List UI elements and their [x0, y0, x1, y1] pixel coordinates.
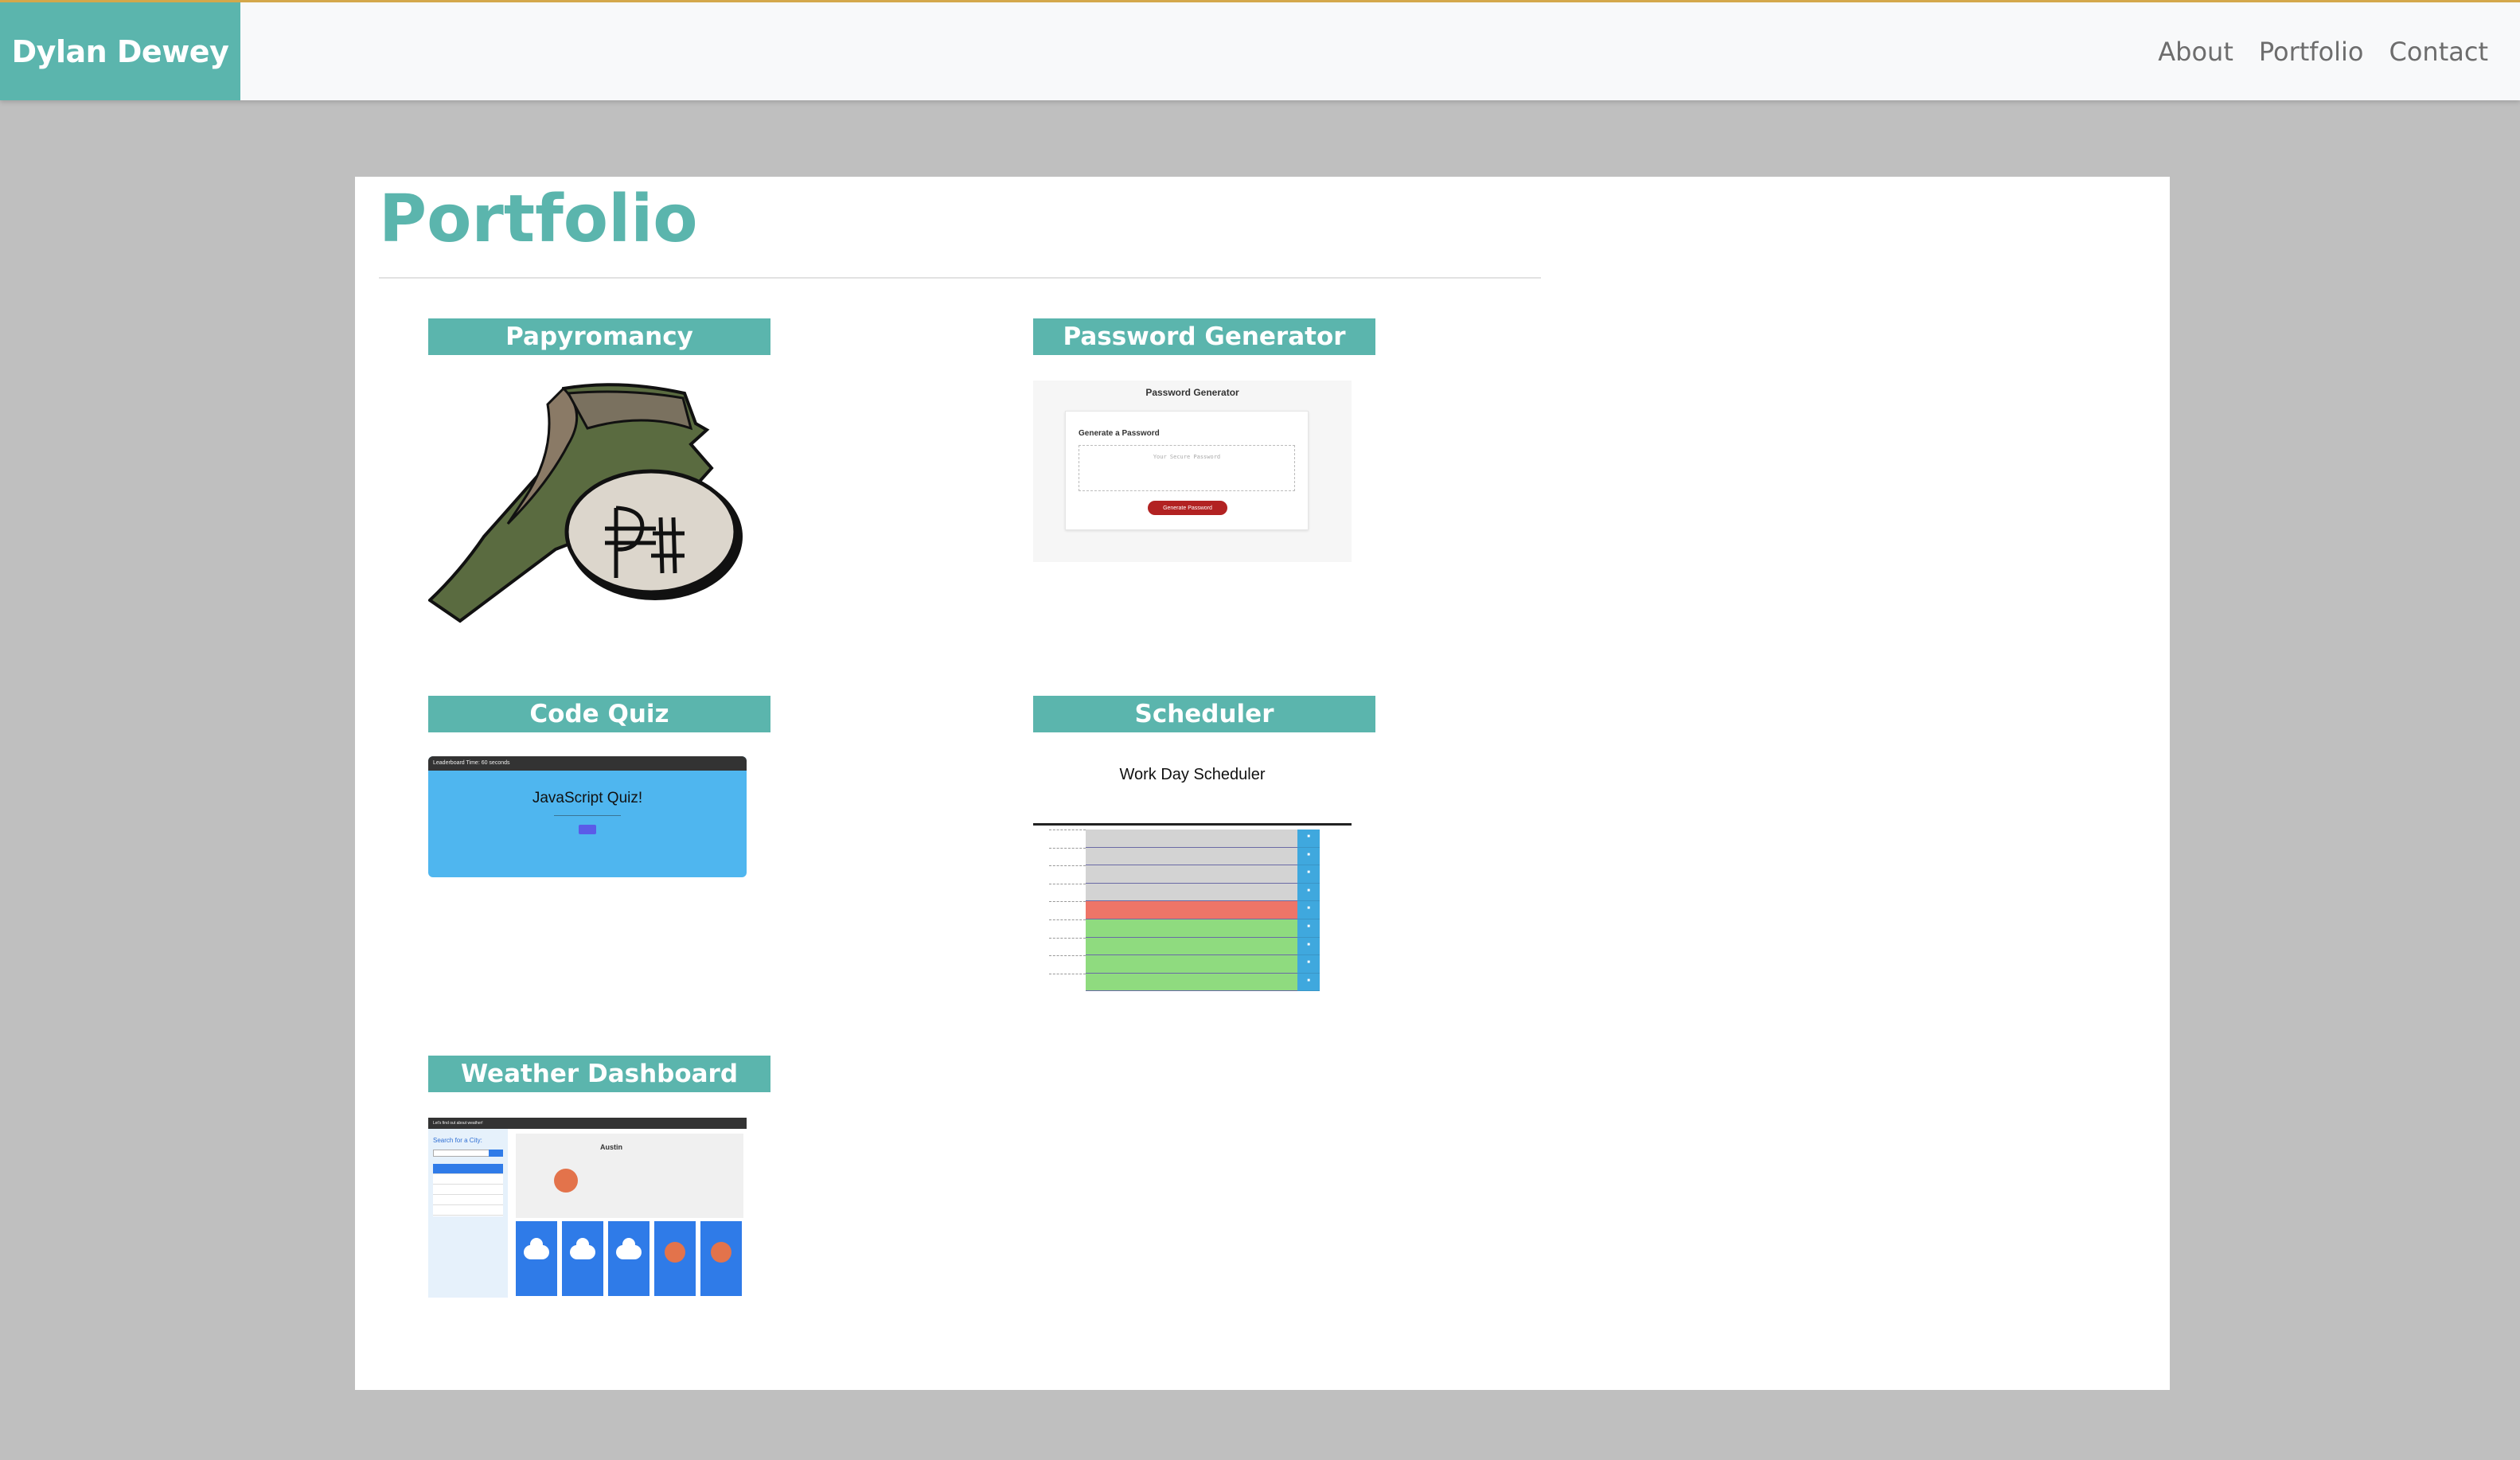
nav-link-contact[interactable]: Contact [2389, 37, 2489, 67]
cloud-icon [570, 1238, 595, 1259]
project-title-scheduler[interactable]: Scheduler [1033, 696, 1375, 732]
scheduler-screenshot[interactable]: Work Day Scheduler ■ ■ ■ ■ ■ ■ ■ ■ ■ [1033, 763, 1352, 992]
weather-thumb-bar: Let's find out about weather! [428, 1118, 747, 1129]
sched-row: ■ [1049, 883, 1320, 902]
page-title: Portfolio [379, 182, 698, 257]
project-title-password-generator[interactable]: Password Generator [1033, 318, 1375, 355]
papyromancy-logo-image[interactable] [428, 381, 747, 629]
cloud-icon [524, 1238, 549, 1259]
weather-thumb-city-list [433, 1164, 503, 1216]
sched-thumb-rows: ■ ■ ■ ■ ■ ■ ■ ■ ■ [1049, 830, 1320, 992]
sun-icon [554, 1169, 578, 1193]
title-divider [379, 277, 1541, 279]
project-title-code-quiz[interactable]: Code Quiz [428, 696, 770, 732]
project-card-code-quiz: Code Quiz Leaderboard Time: 60 seconds J… [428, 696, 770, 877]
project-title-weather-dashboard[interactable]: Weather Dashboard [428, 1056, 770, 1092]
quiz-thumb-bar: Leaderboard Time: 60 seconds [428, 756, 747, 771]
sched-row: ■ [1049, 901, 1320, 919]
code-quiz-screenshot[interactable]: Leaderboard Time: 60 seconds JavaScript … [428, 756, 747, 877]
forecast-card [562, 1221, 603, 1296]
weather-thumb-sidebar: Search for a City: [428, 1129, 508, 1298]
nav-link-portfolio[interactable]: Portfolio [2259, 37, 2364, 67]
nav-link-about[interactable]: About [2158, 37, 2233, 67]
pw-thumb-output: Your Secure Password [1079, 445, 1295, 491]
forecast-card [700, 1221, 742, 1296]
nav-links: About Portfolio Contact [2158, 2, 2488, 100]
pw-thumb-button: Generate Password [1148, 501, 1227, 515]
quiz-thumb-text: —————————————— [554, 814, 621, 818]
sched-thumb-title: Work Day Scheduler [1119, 766, 1266, 783]
sched-row: ■ [1049, 955, 1320, 974]
sched-row: ■ [1049, 847, 1320, 866]
project-title-papyromancy[interactable]: Papyromancy [428, 318, 770, 355]
brand-logo[interactable]: Dylan Dewey [0, 2, 240, 100]
project-card-weather-dashboard: Weather Dashboard Let's find out about w… [428, 1056, 770, 1298]
sched-row: ■ [1049, 830, 1320, 848]
sun-icon [711, 1242, 731, 1263]
weather-dashboard-screenshot[interactable]: Let's find out about weather! Search for… [428, 1118, 747, 1298]
sched-row: ■ [1049, 937, 1320, 956]
forecast-card [516, 1221, 557, 1296]
weather-thumb-search-input [433, 1150, 503, 1157]
cloud-icon [616, 1238, 642, 1259]
weather-thumb-search-label: Search for a City: [433, 1137, 482, 1144]
weather-thumb-current: Austin [516, 1134, 743, 1218]
password-generator-screenshot[interactable]: Password Generator Generate a Password Y… [1033, 381, 1352, 562]
quiz-thumb-title: JavaScript Quiz! [532, 790, 643, 806]
forecast-card [654, 1221, 696, 1296]
pw-thumb-heading: Password Generator [1145, 387, 1239, 398]
pw-thumb-subheading: Generate a Password [1079, 429, 1160, 438]
quiz-thumb-start-button [579, 825, 596, 834]
sun-icon [665, 1242, 685, 1263]
forecast-card [608, 1221, 650, 1296]
pw-thumb-card: Generate a Password Your Secure Password… [1065, 411, 1309, 530]
weather-thumb-city: Austin [600, 1143, 622, 1151]
sched-row: ■ [1049, 973, 1320, 992]
project-card-scheduler: Scheduler Work Day Scheduler ■ ■ ■ ■ ■ ■… [1033, 696, 1375, 992]
weather-thumb-info: Austin [600, 1143, 622, 1152]
sched-row: ■ [1049, 865, 1320, 884]
portfolio-panel: Portfolio Papyromancy Password Generator… [355, 177, 2170, 1390]
project-card-password-generator: Password Generator Password Generator Ge… [1033, 318, 1375, 562]
navbar: Dylan Dewey About Portfolio Contact [0, 0, 2520, 100]
project-card-papyromancy: Papyromancy [428, 318, 770, 623]
sched-row: ■ [1049, 919, 1320, 938]
sched-thumb-divider [1033, 823, 1352, 826]
